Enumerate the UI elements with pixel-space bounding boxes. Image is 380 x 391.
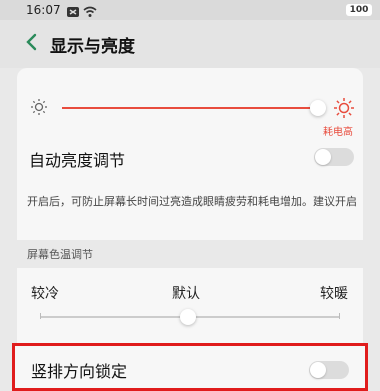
sun-high-icon bbox=[333, 97, 355, 119]
orientation-lock-toggle[interactable] bbox=[309, 361, 349, 379]
high-power-label: 耗电高 bbox=[323, 127, 353, 138]
slider-tick bbox=[40, 313, 41, 319]
orientation-lock-label: 竖排方向锁定 bbox=[31, 362, 128, 381]
brightness-slider-handle[interactable] bbox=[310, 100, 326, 116]
brightness-slider[interactable] bbox=[62, 107, 317, 109]
back-arrow-icon[interactable] bbox=[24, 32, 38, 52]
color-temperature-slider-handle[interactable] bbox=[180, 309, 196, 325]
page-title: 显示与亮度 bbox=[50, 37, 135, 57]
auto-brightness-description: 开启后，可防止屏幕长时间过亮造成眼睛疲劳和耗电增加。建议开启 bbox=[27, 195, 357, 208]
warm-label: 较暖 bbox=[320, 286, 348, 302]
status-time: 16:07 bbox=[26, 3, 61, 17]
cool-label: 较冷 bbox=[31, 286, 59, 302]
toggle-knob bbox=[315, 149, 331, 165]
toggle-knob bbox=[310, 362, 326, 378]
orientation-lock-row: 竖排方向锁定 bbox=[12, 343, 368, 391]
auto-brightness-toggle[interactable] bbox=[314, 148, 354, 166]
color-temperature-card bbox=[17, 268, 363, 343]
sun-low-icon bbox=[30, 98, 48, 116]
notification-icon bbox=[66, 3, 80, 17]
battery-indicator: 100 bbox=[346, 4, 372, 16]
brightness-slider-fill bbox=[62, 107, 310, 109]
color-temperature-section-label: 屏幕色温调节 bbox=[27, 248, 93, 261]
slider-tick bbox=[339, 313, 340, 319]
default-label: 默认 bbox=[172, 286, 200, 302]
wifi-icon bbox=[83, 3, 97, 17]
auto-brightness-label: 自动亮度调节 bbox=[29, 151, 126, 170]
status-bar: 16:07 100 bbox=[0, 0, 380, 20]
page-header: 显示与亮度 bbox=[0, 20, 380, 68]
